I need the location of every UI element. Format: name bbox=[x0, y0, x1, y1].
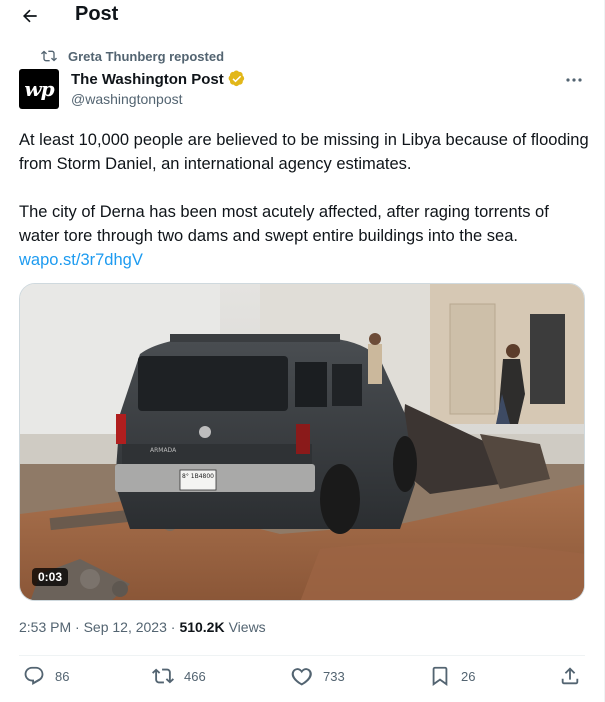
views-count: 510.2K bbox=[179, 619, 225, 635]
video-duration: 0:03 bbox=[32, 568, 69, 586]
avatar-logo: wp bbox=[24, 77, 54, 101]
reply-count: 86 bbox=[55, 668, 70, 684]
more-options-button[interactable] bbox=[562, 70, 586, 90]
views-label: Views bbox=[228, 619, 266, 635]
more-horizontal-icon bbox=[566, 78, 582, 82]
avatar[interactable]: wp bbox=[19, 69, 59, 109]
tweet-paragraph: At least 10,000 people are believed to b… bbox=[19, 131, 589, 173]
repost-icon bbox=[41, 50, 57, 62]
back-button[interactable] bbox=[18, 4, 42, 28]
post-timestamp[interactable]: 2:53 PM · Sep 12, 2023 · bbox=[19, 619, 175, 635]
tweet-paragraph: The city of Derna has been most acutely … bbox=[19, 203, 549, 245]
license-plate-text: 8° 1B4800 bbox=[182, 473, 214, 480]
page-title: Post bbox=[75, 3, 119, 25]
top-bar: Post bbox=[0, 0, 605, 32]
like-button[interactable]: 733 bbox=[291, 665, 345, 687]
vehicle-badge: ARMADA bbox=[150, 447, 177, 454]
reply-button[interactable]: 86 bbox=[23, 665, 69, 687]
like-count: 733 bbox=[323, 668, 345, 684]
author-name: The Washington Post bbox=[71, 70, 224, 88]
bookmark-icon bbox=[432, 666, 448, 686]
repost-label: Greta Thunberg reposted bbox=[68, 48, 225, 64]
repost-icon bbox=[152, 668, 174, 684]
bookmark-count: 26 bbox=[461, 668, 476, 684]
verified-badge-icon bbox=[228, 70, 244, 87]
repost-indicator[interactable]: Greta Thunberg reposted bbox=[40, 48, 224, 64]
arrow-left-icon bbox=[23, 9, 37, 23]
reply-icon bbox=[24, 666, 44, 685]
tweet-text: At least 10,000 people are believed to b… bbox=[19, 128, 589, 272]
action-bar: 86 466 733 26 bbox=[19, 665, 585, 693]
tweet-meta: 2:53 PM · Sep 12, 2023 · 510.2K Views bbox=[19, 619, 266, 635]
repost-count: 466 bbox=[184, 668, 206, 684]
heart-icon bbox=[291, 668, 312, 686]
divider bbox=[19, 655, 585, 656]
share-button[interactable] bbox=[559, 665, 581, 687]
video-thumbnail: 8° 1B4800 ARMADA bbox=[20, 284, 584, 600]
tweet-link[interactable]: wapo.st/3r7dhgV bbox=[19, 248, 589, 272]
share-icon bbox=[561, 667, 579, 685]
video-player[interactable]: 8° 1B4800 ARMADA 0:03 bbox=[19, 283, 585, 601]
author-handle[interactable]: @washingtonpost bbox=[71, 91, 183, 107]
bookmark-button[interactable]: 26 bbox=[429, 665, 475, 687]
repost-button[interactable]: 466 bbox=[152, 665, 206, 687]
author-name-row[interactable]: The Washington Post bbox=[71, 70, 246, 88]
